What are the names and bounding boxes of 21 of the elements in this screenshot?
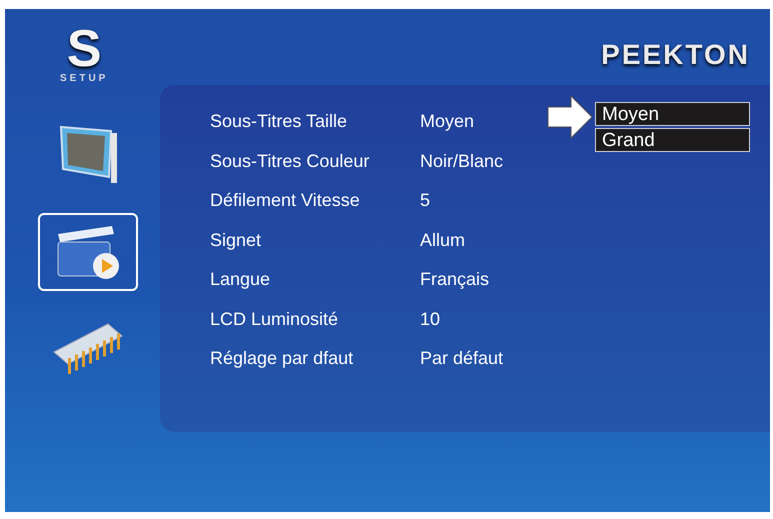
setting-value[interactable]: Allum [420,230,466,250]
arrow-icon [547,95,593,139]
setting-label: Signet [210,230,262,250]
setting-label: Réglage par dfaut [210,348,354,369]
setting-value[interactable]: Français [420,269,490,290]
setting-label: Langue [210,269,272,290]
dropdown-option[interactable]: Moyen [595,102,750,126]
logo-letter: S [66,29,102,69]
sidebar-item[interactable] [38,213,138,291]
setting-value[interactable]: 10 [420,308,440,330]
brand-logo: PEEKTON [601,39,750,71]
setting-value[interactable]: Noir/Blanc [420,150,504,172]
setting-value[interactable]: 5 [420,190,430,211]
setting-label: LCD Luminosité [210,308,340,330]
setting-label: Sous-Titres Taille [210,111,348,132]
setting-label: Défilement Vitesse [210,190,361,211]
setting-value[interactable]: Par défaut [420,348,504,369]
setting-value[interactable]: Moyen [420,111,474,132]
setting-label: Sous-Titres Couleur [210,150,370,172]
logo-caption: SETUP [60,73,108,84]
dropdown-option[interactable]: Grand [595,128,750,152]
